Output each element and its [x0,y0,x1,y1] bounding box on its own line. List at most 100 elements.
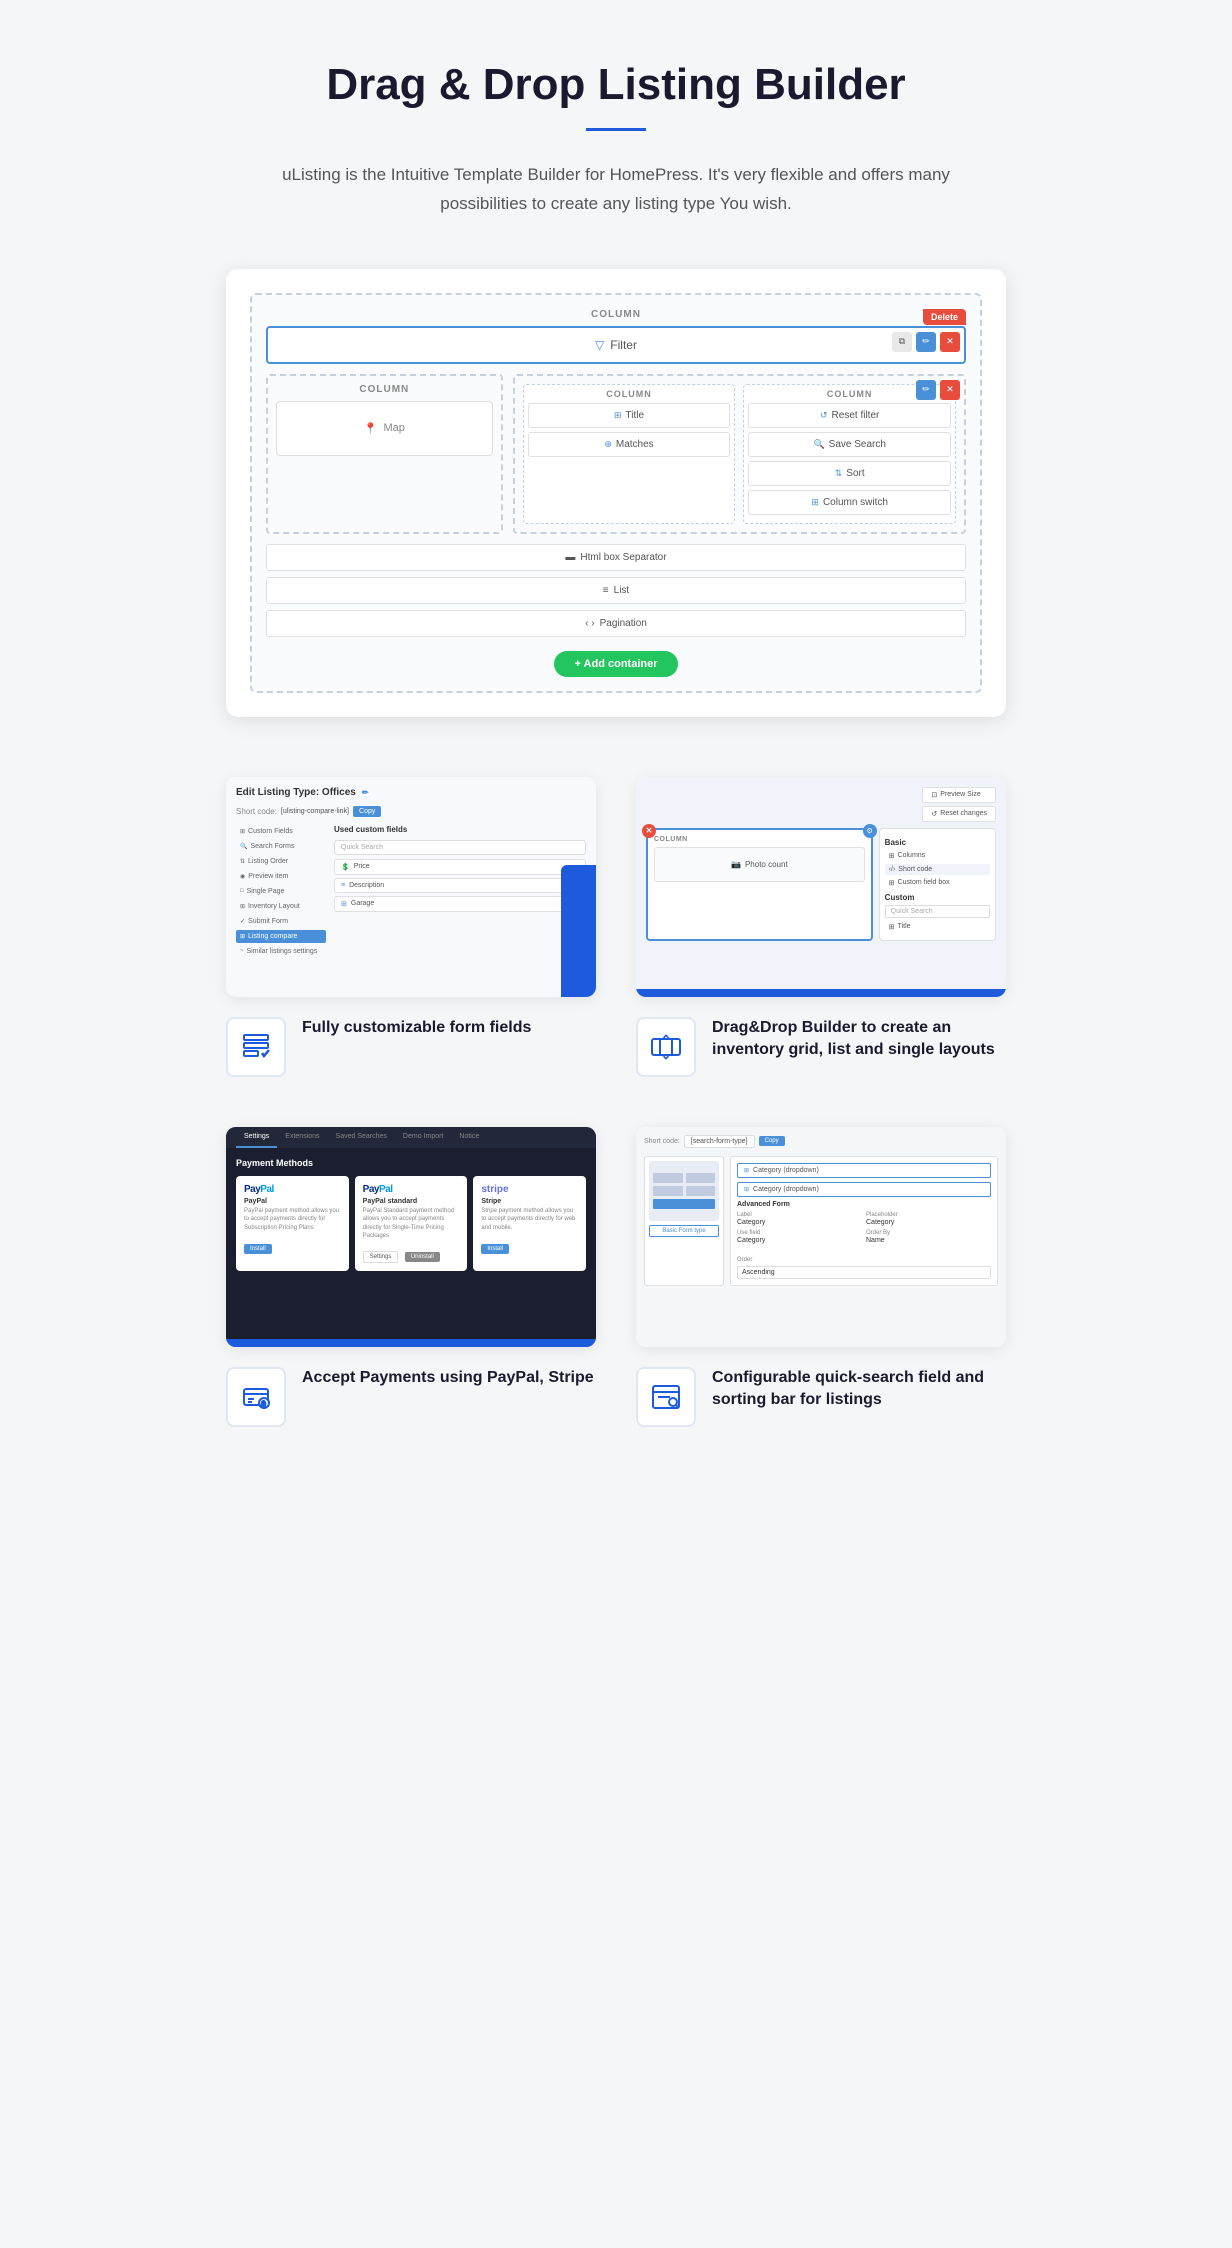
sidebar-item-submit-form[interactable]: ✓ Submit Form [236,915,326,928]
drag-drop-main: ✕ ⚙ COLUMN 📷 Photo count Basic ⊞ [646,828,996,941]
feature-desc-custom-fields: Fully customizable form fields [226,1017,596,1077]
short-code-input-sf[interactable]: [search-form-type] [684,1135,755,1148]
map-column-header: COLUMN [276,384,493,395]
feature-text-drag-drop: Drag&Drop Builder to create an inventory… [712,1017,1006,1066]
title-panel-item[interactable]: ⊞ Title [885,921,990,933]
quick-search-box[interactable]: Quick Search [334,840,586,855]
tab-settings[interactable]: Settings [236,1127,277,1148]
reset-icon: ↺ [820,410,828,421]
sub-col-2: COLUMN ↺ Reset filter 🔍 Save Search ⇅ [743,384,956,524]
payment-accent-bar [226,1339,596,1347]
stripe-card-title: Stripe [481,1198,578,1205]
custom-field-box-panel-item[interactable]: ⊞ Custom field box [885,877,990,889]
filter-row: ▽ Filter [278,338,954,352]
photo-count-label: Photo count [745,860,788,869]
short-code-copy-button-sf[interactable]: Copy [759,1136,785,1146]
sidebar-item-listing-compare[interactable]: ⊞ Listing compare [236,930,326,943]
title-icon: ⊞ [614,410,622,421]
short-code-panel-item[interactable]: ‹/› Short code [885,864,990,875]
feature-search-form: Short code: [search-form-type] Copy [636,1127,1006,1427]
payment-mock: Settings Extensions Saved Searches Demo … [226,1127,596,1347]
feature-icon-box-custom-fields [226,1017,286,1077]
short-code-value: [ulisting-compare-link] [281,808,349,815]
photo-count-icon: 📷 [731,860,741,869]
delete-button[interactable]: Delete [923,309,966,325]
reset-changes-option[interactable]: ↺ Reset changes [922,806,996,822]
svg-text:$: $ [262,1401,266,1408]
sidebar-item-similar[interactable]: ~ Similar listings settings [236,945,326,958]
save-search-icon: 🔍 [813,439,824,450]
map-widget: 📍 Map [276,401,493,456]
page-subtitle: uListing is the Intuitive Template Build… [276,161,956,219]
sidebar-item-single-page[interactable]: □ Single Page [236,885,326,898]
builder-inner: COLUMN Delete ⧉ ✏ ✕ ▽ Filter COLU [250,293,982,693]
sidebar-item-listing-order[interactable]: ⇅ Listing Order [236,855,326,868]
category-label-2: Category (dropdown) [753,1186,819,1193]
drag-drop-feature-icon [650,1031,682,1063]
tab-notice[interactable]: Notice [451,1127,487,1148]
label-field-label: Label [737,1212,862,1218]
tab-saved-searches[interactable]: Saved Searches [328,1127,395,1148]
edit-listing-title: Edit Listing Type: Offices ✏ [236,787,586,798]
order-select[interactable]: Ascending [737,1266,991,1279]
sidebar-item-inventory[interactable]: ⊞ Inventory Layout [236,900,326,913]
paypal-standard-uninstall-button[interactable]: Uninstall [405,1252,440,1262]
reset-icon: ↺ [931,810,937,818]
feature-text-custom-fields: Fully customizable form fields [302,1017,531,1043]
form-preview-visual [649,1161,719,1221]
list-icon: ≡ [603,585,609,596]
copy-tool-button[interactable]: ⧉ [892,332,912,352]
canvas-delete-btn[interactable]: ✕ [642,824,656,838]
paypal-standard-settings-button[interactable]: Settings [363,1251,399,1263]
right-edit-button[interactable]: ✏ [916,380,936,400]
columns-panel-item[interactable]: ⊞ Columns [885,850,990,862]
pagination-icon: ‹ › [585,618,594,629]
category-icon-2: ⊞ [744,1186,749,1193]
advanced-form-label: Advanced Form [737,1201,991,1208]
feature-icon-box-search-form [636,1367,696,1427]
search-form-short-code-bar: Short code: [search-form-type] Copy [644,1135,998,1148]
top-column-header: COLUMN [266,309,966,320]
use-field-row: Use field Category [737,1230,862,1244]
paypal-install-button[interactable]: Install [244,1244,272,1254]
matches-icon: ⊕ [604,439,612,450]
copy-badge[interactable]: Copy [353,806,381,817]
tab-extensions[interactable]: Extensions [277,1127,327,1148]
delete-tool-button[interactable]: ✕ [940,332,960,352]
add-container-button[interactable]: + Add container [554,651,677,677]
panel-search-box[interactable]: Quick Search [885,905,990,918]
search-forms-icon: 🔍 [240,843,247,850]
paypal-logo: PayPal [244,1184,341,1195]
sidebar-item-custom-fields[interactable]: ⊞ Custom Fields [236,825,326,838]
sidebar-item-search-forms[interactable]: 🔍 Search Forms [236,840,326,853]
column-switch-label: Column switch [823,497,888,508]
similar-icon: ~ [240,948,244,954]
order-by-label: Order By [866,1230,991,1236]
html-box-icon: ▬ [565,552,575,563]
search-form-config-panel: ⊞ Category (dropdown) ⊞ Category (dropdo… [730,1156,998,1286]
tab-demo-import[interactable]: Demo Import [395,1127,451,1148]
column-switch-icon: ⊞ [811,497,819,508]
search-form-mock: Short code: [search-form-type] Copy [636,1127,1006,1347]
feature-title-search-form: Configurable quick-search field and sort… [712,1367,1006,1412]
paypal-standard-desc: PayPal Standard payment method allows yo… [363,1207,460,1241]
basic-section-title: Basic [885,838,990,847]
title-label: Title [626,410,645,421]
feature-text-search-form: Configurable quick-search field and sort… [712,1367,1006,1416]
title-underline [586,128,646,131]
preview-size-option[interactable]: ⊡ Preview Size [922,787,996,803]
sidebar-item-preview[interactable]: ◉ Preview item [236,870,326,883]
filter-icon: ▽ [595,338,604,352]
used-custom-fields-title: Used custom fields [334,825,586,834]
canvas-settings-btn[interactable]: ⚙ [863,824,877,838]
search-form-main: Basic Form type ⊞ Category (dropdown) ⊞ … [644,1156,998,1286]
custom-field-garage: ⊞ Garage [334,896,586,912]
map-label: Map [383,422,404,434]
edit-tool-button[interactable]: ✏ [916,332,936,352]
feature-desc-search-form: Configurable quick-search field and sort… [636,1367,1006,1427]
stripe-install-button[interactable]: Install [481,1244,509,1254]
right-delete-button[interactable]: ✕ [940,380,960,400]
drag-drop-canvas: ✕ ⚙ COLUMN 📷 Photo count [646,828,873,941]
sort-widget: ⇅ Sort [748,461,951,486]
columns-icon: ⊞ [889,852,895,860]
